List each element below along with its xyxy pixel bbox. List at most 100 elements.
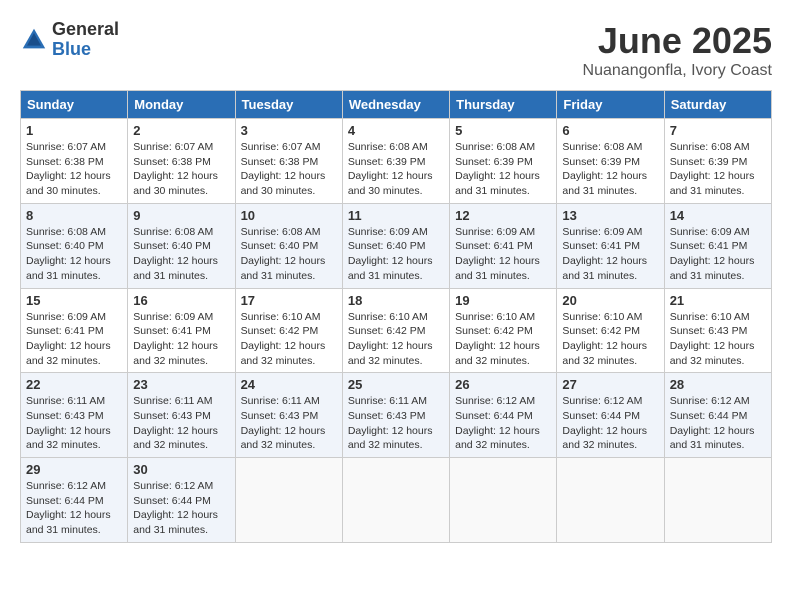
calendar-cell bbox=[664, 458, 771, 543]
day-number: 8 bbox=[26, 208, 122, 223]
logo-icon bbox=[20, 26, 48, 54]
calendar-cell: 16 Sunrise: 6:09 AM Sunset: 6:41 PM Dayl… bbox=[128, 288, 235, 373]
logo-text: General Blue bbox=[52, 20, 119, 60]
day-number: 25 bbox=[348, 377, 444, 392]
calendar-cell: 8 Sunrise: 6:08 AM Sunset: 6:40 PM Dayli… bbox=[21, 203, 128, 288]
calendar-cell: 25 Sunrise: 6:11 AM Sunset: 6:43 PM Dayl… bbox=[342, 373, 449, 458]
calendar-cell: 13 Sunrise: 6:09 AM Sunset: 6:41 PM Dayl… bbox=[557, 203, 664, 288]
day-info: Sunrise: 6:07 AM Sunset: 6:38 PM Dayligh… bbox=[26, 140, 122, 199]
col-saturday: Saturday bbox=[664, 91, 771, 119]
calendar-cell: 10 Sunrise: 6:08 AM Sunset: 6:40 PM Dayl… bbox=[235, 203, 342, 288]
calendar-cell bbox=[557, 458, 664, 543]
logo-general-text: General bbox=[52, 20, 119, 40]
calendar-cell: 14 Sunrise: 6:09 AM Sunset: 6:41 PM Dayl… bbox=[664, 203, 771, 288]
day-info: Sunrise: 6:09 AM Sunset: 6:41 PM Dayligh… bbox=[26, 310, 122, 369]
col-tuesday: Tuesday bbox=[235, 91, 342, 119]
calendar-cell bbox=[342, 458, 449, 543]
day-info: Sunrise: 6:08 AM Sunset: 6:40 PM Dayligh… bbox=[26, 225, 122, 284]
day-number: 26 bbox=[455, 377, 551, 392]
day-info: Sunrise: 6:12 AM Sunset: 6:44 PM Dayligh… bbox=[455, 394, 551, 453]
calendar-cell: 15 Sunrise: 6:09 AM Sunset: 6:41 PM Dayl… bbox=[21, 288, 128, 373]
calendar-cell: 19 Sunrise: 6:10 AM Sunset: 6:42 PM Dayl… bbox=[450, 288, 557, 373]
day-number: 6 bbox=[562, 123, 658, 138]
calendar-cell: 5 Sunrise: 6:08 AM Sunset: 6:39 PM Dayli… bbox=[450, 119, 557, 204]
calendar-cell: 12 Sunrise: 6:09 AM Sunset: 6:41 PM Dayl… bbox=[450, 203, 557, 288]
day-number: 23 bbox=[133, 377, 229, 392]
day-number: 22 bbox=[26, 377, 122, 392]
calendar-cell: 21 Sunrise: 6:10 AM Sunset: 6:43 PM Dayl… bbox=[664, 288, 771, 373]
day-number: 7 bbox=[670, 123, 766, 138]
day-info: Sunrise: 6:08 AM Sunset: 6:40 PM Dayligh… bbox=[133, 225, 229, 284]
day-info: Sunrise: 6:11 AM Sunset: 6:43 PM Dayligh… bbox=[133, 394, 229, 453]
day-number: 19 bbox=[455, 293, 551, 308]
day-info: Sunrise: 6:11 AM Sunset: 6:43 PM Dayligh… bbox=[241, 394, 337, 453]
calendar-cell: 28 Sunrise: 6:12 AM Sunset: 6:44 PM Dayl… bbox=[664, 373, 771, 458]
calendar-cell: 7 Sunrise: 6:08 AM Sunset: 6:39 PM Dayli… bbox=[664, 119, 771, 204]
day-info: Sunrise: 6:07 AM Sunset: 6:38 PM Dayligh… bbox=[133, 140, 229, 199]
day-info: Sunrise: 6:11 AM Sunset: 6:43 PM Dayligh… bbox=[26, 394, 122, 453]
day-number: 28 bbox=[670, 377, 766, 392]
day-info: Sunrise: 6:09 AM Sunset: 6:41 PM Dayligh… bbox=[133, 310, 229, 369]
day-info: Sunrise: 6:08 AM Sunset: 6:40 PM Dayligh… bbox=[241, 225, 337, 284]
calendar-cell: 1 Sunrise: 6:07 AM Sunset: 6:38 PM Dayli… bbox=[21, 119, 128, 204]
day-number: 16 bbox=[133, 293, 229, 308]
day-number: 5 bbox=[455, 123, 551, 138]
day-info: Sunrise: 6:10 AM Sunset: 6:43 PM Dayligh… bbox=[670, 310, 766, 369]
day-info: Sunrise: 6:10 AM Sunset: 6:42 PM Dayligh… bbox=[348, 310, 444, 369]
calendar-cell bbox=[235, 458, 342, 543]
calendar-cell: 29 Sunrise: 6:12 AM Sunset: 6:44 PM Dayl… bbox=[21, 458, 128, 543]
calendar-header-row: Sunday Monday Tuesday Wednesday Thursday… bbox=[21, 91, 772, 119]
location-subtitle: Nuanangonfla, Ivory Coast bbox=[583, 62, 772, 80]
calendar-cell: 6 Sunrise: 6:08 AM Sunset: 6:39 PM Dayli… bbox=[557, 119, 664, 204]
day-info: Sunrise: 6:08 AM Sunset: 6:39 PM Dayligh… bbox=[670, 140, 766, 199]
calendar-cell: 3 Sunrise: 6:07 AM Sunset: 6:38 PM Dayli… bbox=[235, 119, 342, 204]
day-info: Sunrise: 6:09 AM Sunset: 6:40 PM Dayligh… bbox=[348, 225, 444, 284]
day-info: Sunrise: 6:12 AM Sunset: 6:44 PM Dayligh… bbox=[562, 394, 658, 453]
calendar-cell bbox=[450, 458, 557, 543]
day-number: 3 bbox=[241, 123, 337, 138]
day-info: Sunrise: 6:08 AM Sunset: 6:39 PM Dayligh… bbox=[455, 140, 551, 199]
page-header: General Blue June 2025 Nuanangonfla, Ivo… bbox=[20, 20, 772, 80]
day-info: Sunrise: 6:11 AM Sunset: 6:43 PM Dayligh… bbox=[348, 394, 444, 453]
day-info: Sunrise: 6:10 AM Sunset: 6:42 PM Dayligh… bbox=[241, 310, 337, 369]
day-number: 13 bbox=[562, 208, 658, 223]
day-number: 10 bbox=[241, 208, 337, 223]
day-info: Sunrise: 6:10 AM Sunset: 6:42 PM Dayligh… bbox=[562, 310, 658, 369]
calendar-cell: 2 Sunrise: 6:07 AM Sunset: 6:38 PM Dayli… bbox=[128, 119, 235, 204]
day-number: 1 bbox=[26, 123, 122, 138]
calendar-cell: 18 Sunrise: 6:10 AM Sunset: 6:42 PM Dayl… bbox=[342, 288, 449, 373]
day-info: Sunrise: 6:08 AM Sunset: 6:39 PM Dayligh… bbox=[562, 140, 658, 199]
day-info: Sunrise: 6:12 AM Sunset: 6:44 PM Dayligh… bbox=[26, 479, 122, 538]
calendar-cell: 20 Sunrise: 6:10 AM Sunset: 6:42 PM Dayl… bbox=[557, 288, 664, 373]
day-info: Sunrise: 6:12 AM Sunset: 6:44 PM Dayligh… bbox=[133, 479, 229, 538]
col-monday: Monday bbox=[128, 91, 235, 119]
day-number: 27 bbox=[562, 377, 658, 392]
col-wednesday: Wednesday bbox=[342, 91, 449, 119]
col-sunday: Sunday bbox=[21, 91, 128, 119]
calendar-cell: 30 Sunrise: 6:12 AM Sunset: 6:44 PM Dayl… bbox=[128, 458, 235, 543]
day-number: 12 bbox=[455, 208, 551, 223]
day-number: 29 bbox=[26, 462, 122, 477]
day-info: Sunrise: 6:08 AM Sunset: 6:39 PM Dayligh… bbox=[348, 140, 444, 199]
calendar-cell: 24 Sunrise: 6:11 AM Sunset: 6:43 PM Dayl… bbox=[235, 373, 342, 458]
title-block: June 2025 Nuanangonfla, Ivory Coast bbox=[583, 20, 772, 80]
calendar-cell: 4 Sunrise: 6:08 AM Sunset: 6:39 PM Dayli… bbox=[342, 119, 449, 204]
calendar-table: Sunday Monday Tuesday Wednesday Thursday… bbox=[20, 90, 772, 543]
day-number: 24 bbox=[241, 377, 337, 392]
calendar-cell: 23 Sunrise: 6:11 AM Sunset: 6:43 PM Dayl… bbox=[128, 373, 235, 458]
calendar-cell: 26 Sunrise: 6:12 AM Sunset: 6:44 PM Dayl… bbox=[450, 373, 557, 458]
day-number: 17 bbox=[241, 293, 337, 308]
day-number: 30 bbox=[133, 462, 229, 477]
logo-blue-text: Blue bbox=[52, 40, 119, 60]
calendar-cell: 22 Sunrise: 6:11 AM Sunset: 6:43 PM Dayl… bbox=[21, 373, 128, 458]
day-info: Sunrise: 6:09 AM Sunset: 6:41 PM Dayligh… bbox=[562, 225, 658, 284]
day-info: Sunrise: 6:10 AM Sunset: 6:42 PM Dayligh… bbox=[455, 310, 551, 369]
day-number: 4 bbox=[348, 123, 444, 138]
calendar-cell: 9 Sunrise: 6:08 AM Sunset: 6:40 PM Dayli… bbox=[128, 203, 235, 288]
calendar-cell: 11 Sunrise: 6:09 AM Sunset: 6:40 PM Dayl… bbox=[342, 203, 449, 288]
day-number: 14 bbox=[670, 208, 766, 223]
day-info: Sunrise: 6:09 AM Sunset: 6:41 PM Dayligh… bbox=[670, 225, 766, 284]
col-friday: Friday bbox=[557, 91, 664, 119]
logo: General Blue bbox=[20, 20, 119, 60]
month-title: June 2025 bbox=[583, 20, 772, 62]
